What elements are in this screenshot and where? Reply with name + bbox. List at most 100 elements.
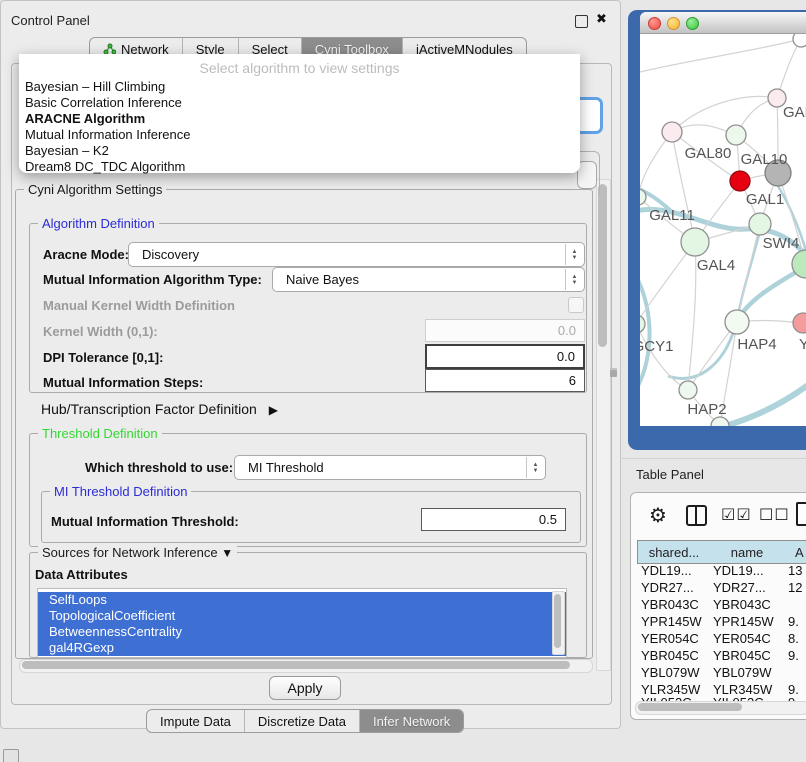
network-node[interactable]: [640, 315, 645, 333]
network-node-label: GAL10: [741, 151, 788, 168]
attribute-item[interactable]: SelfLoops: [38, 592, 566, 608]
network-node[interactable]: [679, 381, 697, 399]
settings-vertical-scrollbar-thumb[interactable]: [598, 184, 607, 347]
algorithm-option[interactable]: Bayesian – K2: [23, 143, 576, 159]
panel-splitter-handle[interactable]: [610, 368, 617, 377]
dpi-tolerance-field[interactable]: 0.0: [425, 344, 585, 369]
float-window-icon[interactable]: [575, 15, 588, 28]
tab-impute-data[interactable]: Impute Data: [147, 710, 244, 732]
spinner-icon: ▲▼: [526, 457, 544, 478]
table-row[interactable]: YER054CYER054C8.: [637, 631, 806, 648]
data-attributes-list: SelfLoops TopologicalCoefficient Between…: [37, 588, 567, 658]
obscured-field-fragment: [577, 161, 597, 189]
table-horizontal-scrollbar-thumb[interactable]: [638, 703, 742, 711]
network-node-label: GAL11: [649, 207, 695, 224]
mi-threshold-field[interactable]: 0.5: [421, 508, 566, 531]
which-threshold-combobox[interactable]: MI Threshold ▲▼: [234, 455, 546, 480]
network-node[interactable]: [793, 34, 806, 47]
algorithm-option-aracne[interactable]: ARACNE Algorithm: [23, 111, 576, 127]
network-node[interactable]: [711, 417, 729, 426]
tab-infer-network[interactable]: Infer Network: [359, 710, 463, 732]
attribute-item[interactable]: BetweennessCentrality: [38, 624, 566, 640]
column-header-name[interactable]: name: [709, 540, 786, 564]
collapse-arrow-icon[interactable]: ▼: [221, 546, 233, 560]
algorithm-option[interactable]: Mutual Information Inference: [23, 127, 576, 143]
table-row[interactable]: YDR27...YDR27...12: [637, 580, 806, 597]
aracne-mode-combobox[interactable]: Discovery ▲▼: [128, 242, 585, 267]
network-node[interactable]: [726, 125, 746, 145]
spinner-icon: ▲▼: [565, 269, 583, 290]
network-window-titlebar[interactable]: [640, 12, 806, 34]
select-all-checkboxes-icon[interactable]: ☑☑: [721, 505, 752, 525]
close-traffic-light-icon[interactable]: [648, 17, 661, 30]
aracne-mode-label: Aracne Mode:: [43, 247, 129, 262]
settings-vertical-scrollbar[interactable]: [596, 179, 611, 671]
network-node[interactable]: [681, 228, 709, 256]
column-header-sharedname[interactable]: shared...: [637, 540, 711, 564]
attribute-item[interactable]: gal4RGexp: [38, 640, 566, 656]
data-attributes-label: Data Attributes: [35, 567, 128, 582]
settings-horizontal-scrollbar-thumb[interactable]: [22, 661, 570, 669]
column-header-partial[interactable]: A: [785, 540, 806, 564]
sources-group-title: Sources for Network Inference ▼: [38, 545, 237, 560]
attributes-scrollbar-thumb[interactable]: [554, 594, 561, 648]
spinner-icon: ▲▼: [565, 244, 583, 265]
table-row[interactable]: YBR045CYBR045C9.: [637, 648, 806, 665]
document-icon[interactable]: [796, 502, 806, 526]
network-view-inner: GALGAL80GAL10GAL1GAL11SWI4GAL4HAP4YGCY1H…: [640, 12, 806, 426]
mi-steps-value: 6: [569, 373, 576, 388]
settings-horizontal-scrollbar[interactable]: [19, 659, 593, 673]
mi-threshold-value: 0.5: [539, 512, 557, 527]
cyni-algorithm-settings-title: Cyni Algorithm Settings: [24, 182, 166, 197]
network-node[interactable]: [725, 310, 749, 334]
dpi-tolerance-value: 0.0: [557, 349, 575, 364]
network-node-label: HAP4: [737, 336, 776, 353]
zoom-traffic-light-icon[interactable]: [686, 17, 699, 30]
network-node[interactable]: [662, 122, 682, 142]
algorithm-list: Bayesian – Hill Climbing Basic Correlati…: [23, 79, 576, 175]
close-icon[interactable]: ✖: [596, 11, 607, 27]
attributes-vertical-scrollbar[interactable]: [552, 591, 565, 655]
cyni-mode-tab-bar: Impute Data Discretize Data Infer Networ…: [146, 709, 464, 733]
algorithm-option[interactable]: Bayesian – Hill Climbing: [23, 79, 576, 95]
mi-type-label: Mutual Information Algorithm Type:: [43, 272, 262, 287]
algorithm-placeholder: Select algorithm to view settings: [19, 60, 580, 76]
dpi-tolerance-label: DPI Tolerance [0,1]:: [43, 350, 163, 365]
table-row[interactable]: YDL19...YDL19...13: [637, 563, 806, 580]
network-node[interactable]: [793, 313, 806, 333]
network-node[interactable]: [730, 171, 750, 191]
table-row[interactable]: YBL079WYBL079W: [637, 665, 806, 682]
control-panel-title: Control Panel: [11, 13, 90, 28]
aracne-mode-value: Discovery: [142, 247, 199, 262]
hub-definition-expander[interactable]: Hub/Transcription Factor Definition ▶: [41, 401, 278, 417]
apply-button[interactable]: Apply: [269, 676, 341, 700]
algorithm-dropdown-popup: Select algorithm to view settings Bayesi…: [19, 54, 580, 173]
tab-discretize-data[interactable]: Discretize Data: [244, 710, 359, 732]
table-body: YDL19...YDL19...13 YDR27...YDR27...12 YB…: [637, 563, 806, 701]
mi-type-combobox[interactable]: Naive Bayes ▲▼: [272, 267, 585, 292]
network-node-label: HAP2: [687, 401, 726, 418]
algorithm-option[interactable]: Basic Correlation Inference: [23, 95, 576, 111]
gear-icon[interactable]: ⚙: [649, 503, 667, 528]
deselect-all-checkboxes-icon[interactable]: ☐☐: [759, 505, 790, 525]
split-columns-icon[interactable]: [686, 505, 707, 526]
kernel-width-field[interactable]: 0.0: [425, 319, 585, 342]
partial-corner-widget: [3, 749, 19, 762]
minimize-traffic-light-icon[interactable]: [667, 17, 680, 30]
hub-definition-label: Hub/Transcription Factor Definition: [41, 401, 257, 417]
manual-kernel-checkbox[interactable]: [568, 297, 584, 313]
network-node-label: SWI4: [763, 235, 800, 252]
control-panel-window: Control Panel ✖ Network Style Select: [0, 0, 621, 729]
algorithm-option[interactable]: Dream8 DC_TDC Algorithm: [23, 159, 576, 175]
table-horizontal-scrollbar[interactable]: [635, 701, 806, 715]
table-panel-header: Table Panel: [622, 458, 806, 487]
network-node-label: GAL: [783, 104, 806, 121]
kernel-width-value: 0.0: [558, 323, 576, 338]
mi-steps-field[interactable]: 6: [425, 369, 585, 392]
network-node-label: Y: [799, 336, 806, 353]
table-row[interactable]: YBR043CYBR043C: [637, 597, 806, 614]
table-row[interactable]: YPR145WYPR145W9.: [637, 614, 806, 631]
attribute-item[interactable]: TopologicalCoefficient: [38, 608, 566, 624]
network-view-window: GALGAL80GAL10GAL1GAL11SWI4GAL4HAP4YGCY1H…: [628, 10, 806, 450]
network-node[interactable]: [749, 213, 771, 235]
